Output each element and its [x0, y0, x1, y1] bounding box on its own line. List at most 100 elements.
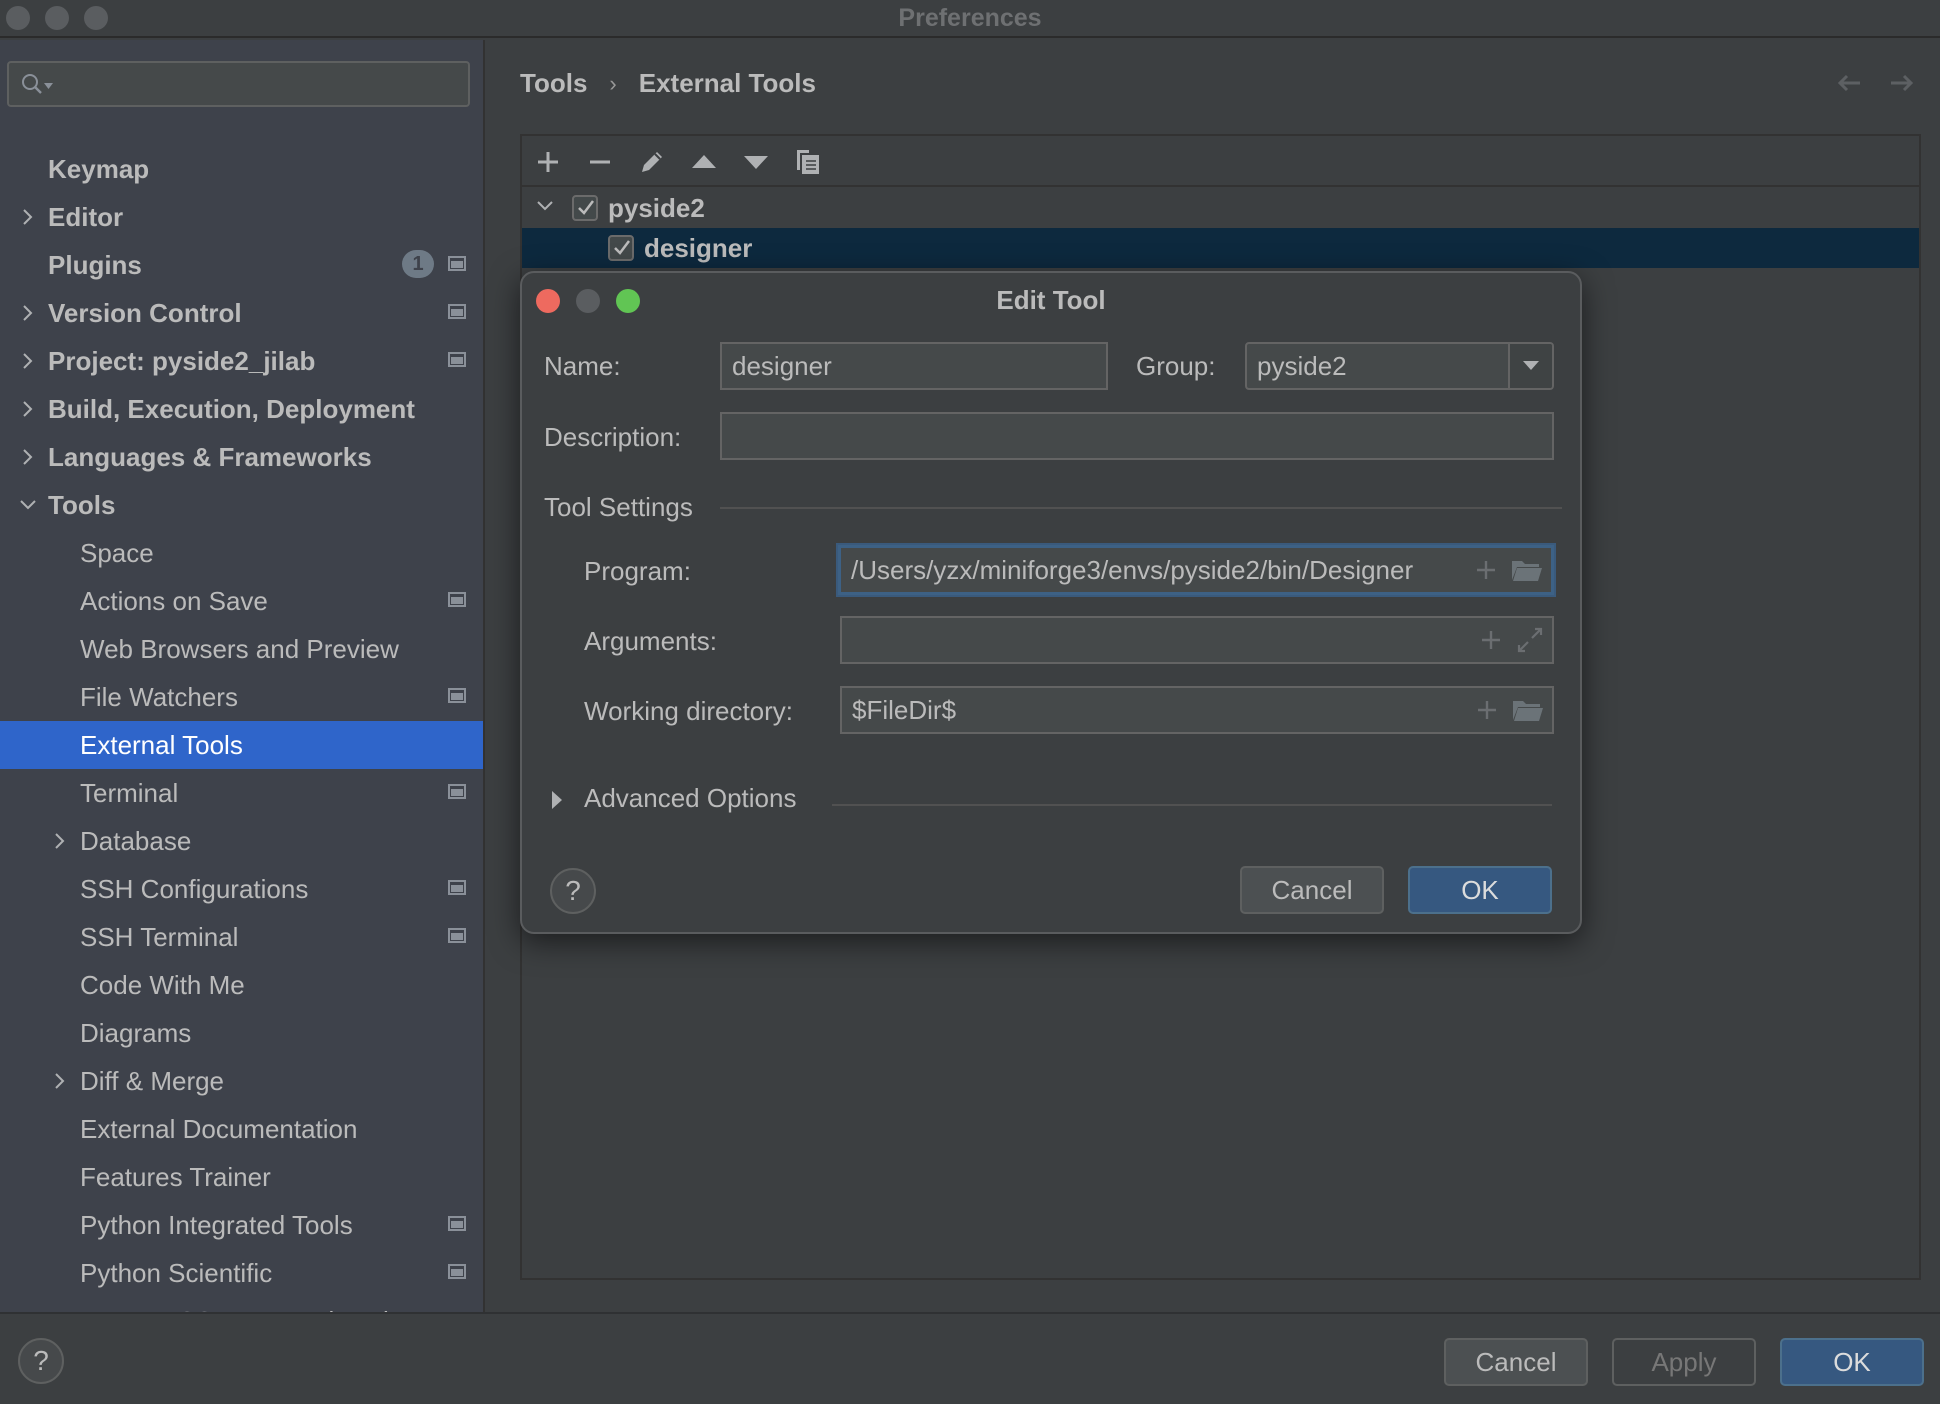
sidebar-item-label: Editor: [48, 201, 124, 232]
project-level-icon: [448, 592, 466, 607]
sidebar-item-code-with-me[interactable]: Code With Me: [0, 961, 483, 1009]
working-directory-input[interactable]: $FileDir$: [840, 686, 1554, 734]
sidebar-item-keymap[interactable]: Keymap: [0, 145, 483, 193]
advanced-options-toggle[interactable]: Advanced Options: [552, 783, 852, 819]
remove-tool-button[interactable]: [584, 146, 616, 178]
back-arrow-icon[interactable]: [1834, 68, 1864, 98]
sidebar-item-label: Terminal: [80, 777, 179, 808]
help-button[interactable]: ?: [18, 1338, 64, 1384]
chevron-down-icon[interactable]: [18, 495, 38, 515]
forward-arrow-icon[interactable]: [1887, 68, 1917, 98]
tree-group-row[interactable]: pyside2: [522, 188, 1919, 228]
chevron-right-icon[interactable]: [18, 207, 38, 227]
group-combobox[interactable]: pyside2: [1245, 342, 1554, 390]
chevron-right-icon[interactable]: [50, 1071, 70, 1091]
arguments-input[interactable]: [840, 616, 1554, 664]
window-title: Preferences: [898, 4, 1042, 32]
chevron-right-icon[interactable]: [18, 447, 38, 467]
folder-icon[interactable]: [1511, 558, 1543, 582]
sidebar-item-tools[interactable]: Tools: [0, 481, 483, 529]
add-tool-button[interactable]: [532, 146, 564, 178]
sidebar-item-ssh-configurations[interactable]: SSH Configurations: [0, 865, 483, 913]
description-label: Description:: [544, 422, 682, 452]
chevron-right-icon[interactable]: [18, 351, 38, 371]
move-up-button[interactable]: [688, 146, 720, 178]
name-label: Name:: [544, 351, 621, 381]
insert-macro-icon[interactable]: [1480, 629, 1502, 651]
sidebar-item-file-watchers[interactable]: File Watchers: [0, 673, 483, 721]
sidebar-item-version-control[interactable]: Version Control: [0, 289, 483, 337]
sidebar-item-plugins[interactable]: Plugins 1: [0, 241, 483, 289]
sidebar-item-external-tools[interactable]: External Tools: [0, 721, 483, 769]
tool-settings-heading: Tool Settings: [544, 492, 693, 522]
sidebar-item-database[interactable]: Database: [0, 817, 483, 865]
sidebar-item-label: Python Scientific: [80, 1257, 273, 1288]
working-directory-label: Working directory:: [584, 696, 794, 726]
chevron-right-icon: [552, 791, 562, 809]
sidebar-item-python-integrated-tools[interactable]: Python Integrated Tools: [0, 1201, 483, 1249]
cancel-button[interactable]: Cancel: [1444, 1338, 1588, 1386]
sidebar-item-label: Database: [80, 825, 192, 856]
sidebar-item-ssh-terminal[interactable]: SSH Terminal: [0, 913, 483, 961]
apply-button[interactable]: Apply: [1612, 1338, 1756, 1386]
footer-bar: ? Cancel Apply OK: [0, 1312, 1940, 1404]
settings-search-input[interactable]: [7, 61, 470, 107]
project-level-icon: [448, 880, 466, 895]
move-down-button[interactable]: [740, 146, 772, 178]
window-titlebar: Preferences: [0, 0, 1940, 38]
dialog-ok-button[interactable]: OK: [1408, 866, 1552, 914]
sidebar-item-web-browsers-and-preview[interactable]: Web Browsers and Preview: [0, 625, 483, 673]
arguments-label: Arguments:: [584, 626, 717, 656]
sidebar-item-build-execution-deployment[interactable]: Build, Execution, Deployment: [0, 385, 483, 433]
sidebar-item-label: Version Control: [48, 297, 242, 328]
chevron-right-icon[interactable]: [18, 303, 38, 323]
sidebar-item-label: Web Browsers and Preview: [80, 633, 399, 664]
advanced-options-divider: [832, 804, 1552, 806]
sidebar-item-editor[interactable]: Editor: [0, 193, 483, 241]
sidebar-item-python-scientific[interactable]: Python Scientific: [0, 1249, 483, 1297]
update-count-badge: 1: [402, 250, 434, 278]
chevron-right-icon[interactable]: [18, 399, 38, 419]
sidebar-item-label: Project: pyside2_jilab: [48, 345, 316, 376]
insert-macro-icon[interactable]: [1476, 699, 1498, 721]
copy-tool-button[interactable]: [792, 146, 824, 178]
sidebar-item-label: Code With Me: [80, 969, 245, 1000]
tool-checkbox[interactable]: [608, 235, 634, 261]
chevron-down-icon[interactable]: [536, 200, 554, 212]
sidebar-item-label: Space: [80, 537, 154, 568]
ok-button[interactable]: OK: [1780, 1338, 1924, 1386]
dialog-title: Edit Tool: [996, 285, 1106, 315]
dialog-cancel-button[interactable]: Cancel: [1240, 866, 1384, 914]
sidebar-item-external-documentation[interactable]: External Documentation: [0, 1105, 483, 1153]
search-history-dropdown-icon[interactable]: [44, 83, 53, 89]
sidebar-item-languages-frameworks[interactable]: Languages & Frameworks: [0, 433, 483, 481]
tree-item-row[interactable]: designer: [522, 228, 1919, 268]
expand-icon[interactable]: [1516, 626, 1544, 654]
name-input[interactable]: designer: [720, 342, 1108, 390]
sidebar-item-diagrams[interactable]: Diagrams: [0, 1009, 483, 1057]
insert-macro-icon[interactable]: [1475, 559, 1497, 581]
sidebar-item-terminal[interactable]: Terminal: [0, 769, 483, 817]
dialog-help-button[interactable]: ?: [550, 868, 596, 914]
sidebar-item-space[interactable]: Space: [0, 529, 483, 577]
project-level-icon: [448, 928, 466, 943]
description-input[interactable]: [720, 412, 1554, 460]
project-level-icon: [448, 784, 466, 799]
sidebar-item-remote-ssh-external-tools[interactable]: Remote SSH External Tools: [0, 1297, 483, 1313]
breadcrumb-parent[interactable]: Tools: [520, 68, 587, 99]
tool-label: designer: [644, 233, 753, 263]
folder-icon[interactable]: [1512, 698, 1544, 722]
group-checkbox[interactable]: [572, 195, 598, 221]
sidebar-item-project-pyside2-jilab[interactable]: Project: pyside2_jilab: [0, 337, 483, 385]
sidebar-item-diff-merge[interactable]: Diff & Merge: [0, 1057, 483, 1105]
edit-tool-button[interactable]: [636, 146, 668, 178]
sidebar-item-features-trainer[interactable]: Features Trainer: [0, 1153, 483, 1201]
sidebar-item-label: SSH Configurations: [80, 873, 309, 904]
group-dropdown-button[interactable]: [1508, 344, 1552, 388]
sidebar-item-actions-on-save[interactable]: Actions on Save: [0, 577, 483, 625]
sidebar-item-label: SSH Terminal: [80, 921, 239, 952]
sidebar-item-label: Languages & Frameworks: [48, 441, 372, 472]
program-input[interactable]: /Users/yzx/miniforge3/envs/pyside2/bin/D…: [838, 545, 1554, 595]
sidebar-item-label: Features Trainer: [80, 1161, 271, 1192]
chevron-right-icon[interactable]: [50, 831, 70, 851]
